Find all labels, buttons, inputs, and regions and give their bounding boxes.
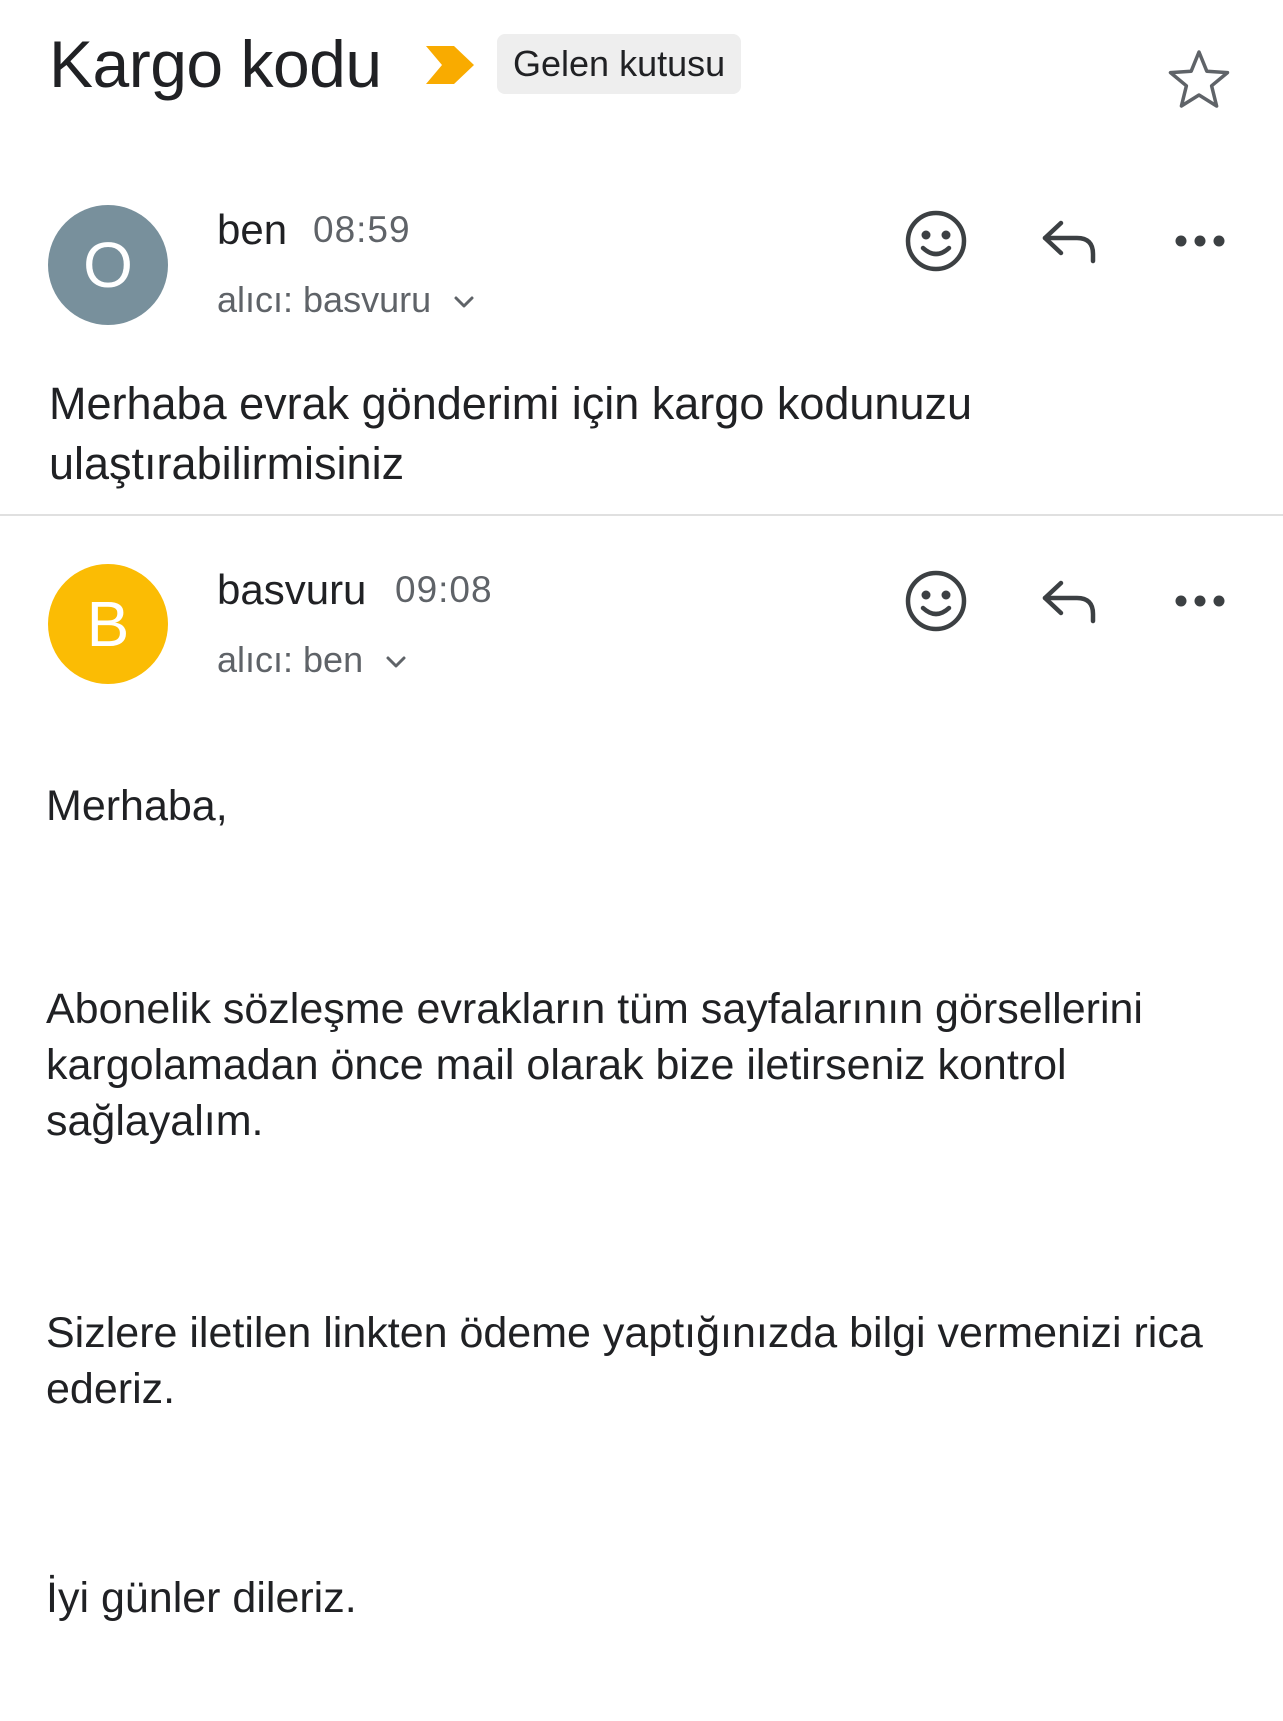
recipient-toggle[interactable]: alıcı: basvuru: [217, 278, 475, 322]
chevron-down-icon: [386, 656, 406, 668]
recipient-text: alıcı: basvuru: [217, 279, 432, 320]
avatar-letter: B: [86, 588, 130, 660]
more-options-icon[interactable]: [1165, 566, 1235, 636]
body-paragraph: Merhaba,: [46, 782, 228, 830]
recipient-text: alıcı: ben: [217, 639, 364, 680]
avatar-letter: O: [83, 229, 133, 301]
message-divider: [0, 514, 1283, 516]
chevron-down-icon: [454, 296, 474, 308]
reply-icon[interactable]: [1033, 206, 1103, 276]
reply-icon[interactable]: [1033, 566, 1103, 636]
sender-avatar[interactable]: B: [48, 564, 168, 684]
message-time: 08:59: [313, 209, 411, 250]
more-options-icon[interactable]: [1165, 206, 1235, 276]
recipient-toggle[interactable]: alıcı: ben: [217, 638, 407, 682]
body-paragraph: Abonelik sözleşme evrakların tüm sayfala…: [46, 985, 1143, 1145]
sender-name: basvuru: [217, 566, 367, 613]
message-time: 09:08: [395, 569, 493, 610]
body-paragraph: Sizlere iletilen linkten ödeme yaptığını…: [46, 1309, 1203, 1413]
email-subject: Kargo kodu: [49, 27, 382, 101]
emoji-reaction-icon[interactable]: [901, 566, 971, 636]
body-paragraph: İyi günler dileriz.: [46, 1574, 357, 1622]
sender-avatar[interactable]: O: [48, 205, 168, 325]
importance-marker-icon[interactable]: [424, 44, 476, 86]
message-snippet[interactable]: Merhaba evrak gönderimi için kargo kodun…: [49, 374, 1199, 494]
emoji-reaction-icon[interactable]: [901, 206, 971, 276]
sender-name: ben: [217, 206, 288, 253]
inbox-label-chip[interactable]: Gelen kutusu: [497, 34, 742, 94]
star-icon[interactable]: [1167, 48, 1231, 110]
